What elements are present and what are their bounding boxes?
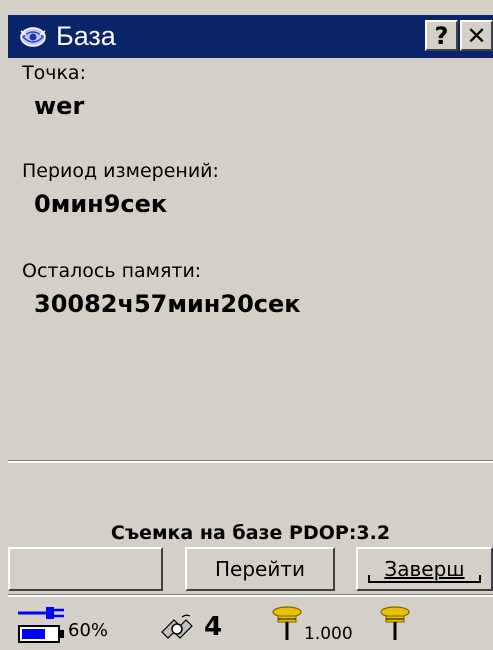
window-title: База	[56, 21, 116, 51]
statusbar-divider	[8, 594, 493, 597]
goto-button-label: Перейти	[215, 557, 305, 581]
content-divider	[8, 460, 493, 463]
satellite-count: 4	[204, 612, 223, 642]
title-bar: База ? ✕	[8, 15, 493, 58]
power-plug-icon	[18, 607, 64, 619]
memory-value: 30082ч57мин20сек	[34, 290, 301, 318]
content-area: Точка: wer Период измерений: 0мин9сек Ос…	[8, 58, 493, 460]
battery-icon	[18, 625, 64, 643]
help-button[interactable]: ?	[425, 20, 458, 51]
softkey-bracket-icon	[368, 575, 481, 583]
antenna-icon[interactable]	[270, 606, 304, 642]
period-value: 0мин9сек	[34, 190, 168, 218]
period-label: Период измерений:	[22, 160, 219, 182]
survey-status: Съемка на базе PDOP:3.2	[110, 522, 391, 544]
base-antenna-icon[interactable]	[378, 606, 412, 642]
point-value: wer	[34, 92, 85, 120]
app-logo-icon	[16, 22, 50, 52]
goto-button[interactable]: Перейти	[185, 547, 335, 591]
point-label: Точка:	[22, 62, 86, 84]
finish-button[interactable]: Заверш	[356, 547, 493, 591]
blank-button[interactable]	[8, 547, 163, 591]
base-window: База ? ✕ Точка: wer Период измерений: 0м…	[0, 0, 493, 650]
satellite-icon[interactable]	[158, 612, 196, 644]
status-bar: 60% 4 1.000	[8, 598, 493, 650]
memory-label: Осталось памяти:	[22, 260, 202, 282]
battery-percent: 60%	[68, 620, 109, 641]
antenna-height: 1.000	[304, 624, 353, 644]
close-button[interactable]: ✕	[460, 20, 493, 51]
